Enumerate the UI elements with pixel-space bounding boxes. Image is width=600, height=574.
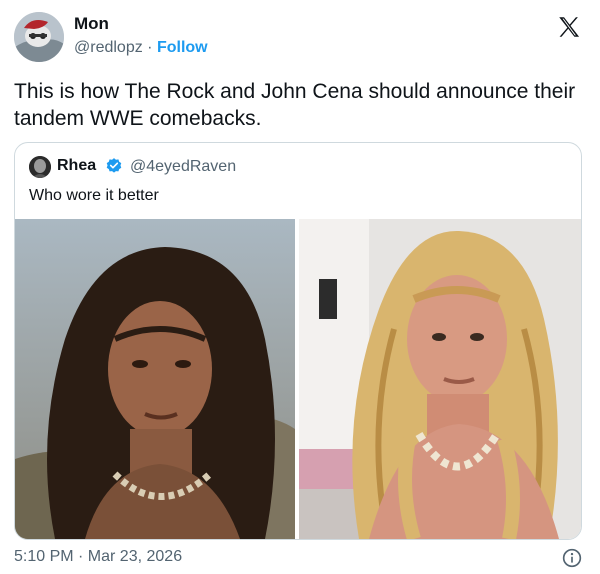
- author-handle[interactable]: @redlopz: [74, 39, 143, 56]
- quoted-author-avatar[interactable]: [29, 156, 51, 178]
- photo-long-blonde-hair[interactable]: [299, 219, 581, 539]
- tweet-timestamp[interactable]: 5:10 PM · Mar 23, 2026: [14, 548, 182, 566]
- follow-button[interactable]: Follow: [157, 39, 208, 56]
- info-icon[interactable]: [562, 548, 582, 568]
- author-avatar[interactable]: [14, 12, 64, 62]
- author-name[interactable]: Mon: [74, 14, 109, 34]
- quoted-tweet[interactable]: Rhea @4eyedRaven Who wore it better: [14, 142, 582, 540]
- separator-dot: ·: [147, 39, 153, 56]
- verified-badge-icon: [106, 158, 122, 173]
- author-handle-row: @redlopz · Follow: [74, 39, 208, 57]
- photo-long-dark-hair[interactable]: [15, 219, 295, 539]
- tweet-text: This is how The Rock and John Cena shoul…: [14, 80, 576, 130]
- quoted-author-handle[interactable]: @4eyedRaven: [130, 158, 236, 176]
- quoted-tweet-text: Who wore it better: [29, 187, 159, 204]
- quoted-author-name[interactable]: Rhea: [57, 157, 96, 175]
- x-logo-icon[interactable]: [556, 14, 582, 40]
- tweet-card: Mon @redlopz · Follow This is how The Ro…: [0, 0, 600, 574]
